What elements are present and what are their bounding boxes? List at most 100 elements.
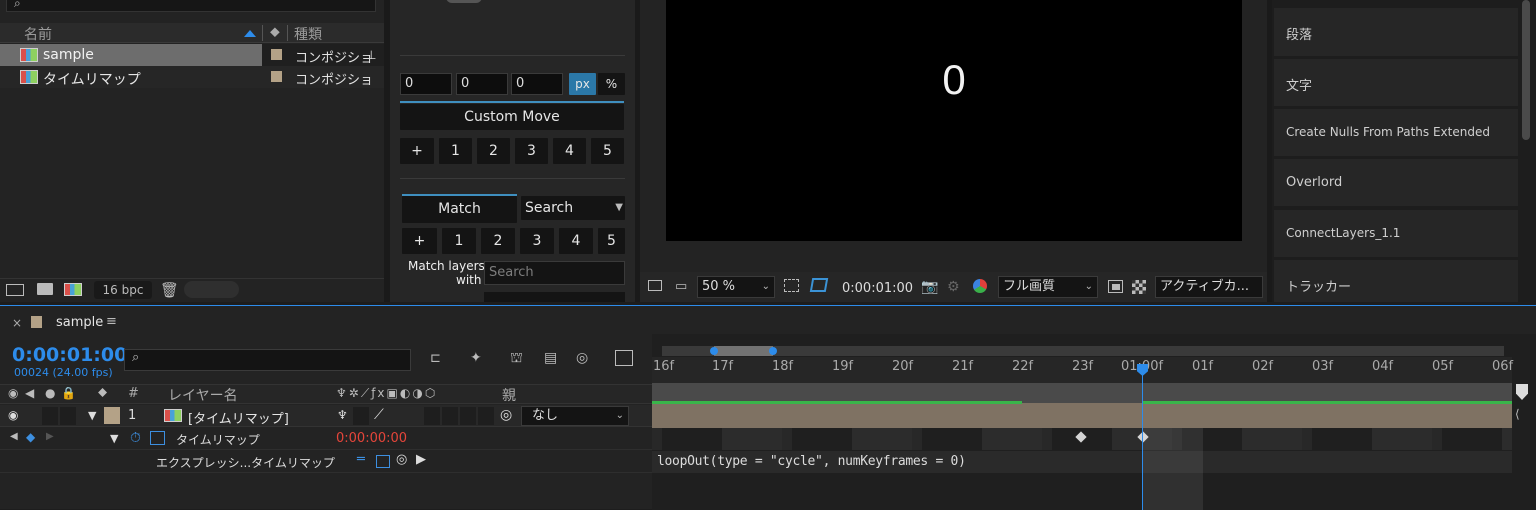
fast-previews-icon[interactable] — [1108, 280, 1123, 293]
time-navigator-range[interactable] — [714, 346, 773, 356]
property-row[interactable] — [0, 428, 652, 450]
panel-item-tracker[interactable]: トラッカー — [1274, 260, 1518, 302]
motion-blur-switch-box[interactable] — [442, 407, 458, 425]
comp-tab-label[interactable]: sample — [56, 315, 103, 330]
comp-flowchart-icon[interactable]: ⊏ — [430, 351, 441, 366]
effect-switch-box[interactable] — [424, 407, 440, 425]
move-y-field[interactable]: 0 — [456, 73, 508, 95]
property-value[interactable]: 0:00:00:00 — [336, 431, 407, 446]
interpret-footage-icon[interactable] — [6, 284, 24, 296]
close-icon[interactable]: × — [12, 316, 22, 330]
column-type-header[interactable]: 種類 — [294, 24, 322, 44]
sort-ascending-icon[interactable] — [244, 30, 256, 37]
monitor-icon[interactable]: ▭ — [675, 279, 687, 294]
quality-switch-icon[interactable]: ⟋ — [374, 407, 384, 423]
move-x-field[interactable]: 0 — [400, 73, 452, 95]
move-4-button[interactable]: 4 — [553, 138, 586, 164]
label-color-swatch[interactable] — [271, 49, 282, 60]
match-search-input[interactable]: Search — [484, 261, 625, 285]
3d-switch-box[interactable] — [478, 407, 494, 425]
move-z-field[interactable]: 0 — [511, 73, 563, 95]
label-color-swatch[interactable] — [271, 71, 282, 82]
video-toggle-icon[interactable]: ◉ — [8, 386, 18, 400]
eye-icon[interactable]: ◉ — [8, 408, 18, 422]
project-item-row[interactable]: sample コンポジショ ⊥ — [0, 44, 384, 66]
layer-name-header[interactable]: レイヤー名 — [168, 385, 238, 405]
match-2-button[interactable]: 2 — [481, 228, 515, 254]
zoom-select[interactable]: 50 % ⌄ — [697, 276, 775, 298]
quality-switch-box[interactable] — [353, 407, 369, 425]
project-item-row[interactable]: タイムリマップ コンポジショ — [0, 66, 384, 88]
audio-toggle-icon[interactable]: ◀ — [25, 386, 34, 400]
panel-item-paragraph[interactable]: 段落 — [1274, 8, 1518, 56]
show-snapshot-icon[interactable]: ⚙ — [947, 279, 960, 295]
move-add-button[interactable]: + — [400, 138, 434, 164]
snapshot-toggle-icon[interactable] — [648, 280, 662, 291]
match-4-button[interactable]: 4 — [559, 228, 593, 254]
solo-box[interactable] — [42, 407, 58, 425]
layer-name[interactable]: [タイムリマップ] — [188, 408, 289, 427]
expression-graph-icon[interactable] — [376, 455, 390, 468]
navigator-start-handle[interactable] — [710, 347, 718, 355]
resolution-select[interactable]: フル画質 ⌄ — [998, 276, 1098, 298]
work-area-bar[interactable] — [652, 383, 1512, 403]
label-tag-icon[interactable]: ⬥ — [98, 385, 107, 400]
bit-depth-button[interactable]: 16 bpc — [94, 281, 152, 299]
prev-keyframe-icon[interactable]: ◀ — [10, 431, 18, 442]
label-tag-icon[interactable]: ⬥ — [270, 24, 280, 40]
project-scrollbar[interactable] — [184, 281, 239, 298]
shy-layers-icon[interactable]: ⛫ — [510, 350, 523, 368]
add-keyframe-icon[interactable]: ◆ — [26, 430, 35, 444]
navigator-end-handle[interactable] — [769, 347, 777, 355]
move-5-button[interactable]: 5 — [591, 138, 624, 164]
match-1-button[interactable]: 1 — [442, 228, 476, 254]
expression-language-icon[interactable]: ▶ — [416, 452, 426, 467]
move-2-button[interactable]: 2 — [477, 138, 510, 164]
panel-item-character[interactable]: 文字 — [1274, 59, 1518, 106]
pick-whip-icon[interactable]: ◎ — [500, 407, 512, 423]
rgb-channels-icon[interactable] — [973, 279, 987, 293]
camera-select[interactable]: アクティブカ... — [1155, 276, 1263, 298]
project-search-input[interactable] — [6, 0, 376, 12]
new-folder-icon[interactable] — [37, 283, 53, 295]
expand-arrow-icon[interactable]: ▼ — [88, 409, 96, 422]
trash-icon[interactable]: 🗑 — [160, 281, 179, 299]
panel-item-create-nulls[interactable]: Create Nulls From Paths Extended — [1274, 109, 1518, 156]
column-name-header[interactable]: 名前 — [24, 24, 52, 44]
graph-icon[interactable] — [150, 431, 165, 445]
match-tab[interactable]: Match — [402, 196, 517, 223]
region-of-interest-icon[interactable] — [784, 279, 799, 292]
time-navigator[interactable] — [662, 346, 1504, 356]
shy-switch-icon[interactable]: ♆ — [337, 408, 348, 422]
expression-code[interactable]: loopOut(type = "cycle", numKeyframes = 0… — [657, 454, 966, 469]
playhead-line[interactable] — [1142, 364, 1143, 510]
expand-arrow-icon[interactable]: ▼ — [110, 432, 118, 445]
adjustment-switch-box[interactable] — [460, 407, 476, 425]
motion-blur-icon[interactable]: ◎ — [576, 350, 588, 366]
label-color-swatch[interactable] — [104, 407, 120, 424]
stopwatch-icon[interactable]: ⏱ — [130, 430, 141, 446]
panel-item-overlord[interactable]: Overlord — [1274, 159, 1518, 206]
graph-editor-icon[interactable] — [615, 350, 633, 366]
layer-duration-bar[interactable] — [652, 403, 1512, 428]
unit-percent-button[interactable]: % — [598, 73, 625, 95]
current-timecode[interactable]: 0:00:01:00 — [12, 344, 127, 366]
move-1-button[interactable]: 1 — [439, 138, 472, 164]
toggle-switch[interactable] — [446, 0, 482, 3]
draft-3d-icon[interactable]: ✦ — [470, 350, 482, 366]
panel-item-connectlayers[interactable]: ConnectLayers_1.1 — [1274, 210, 1518, 257]
match-add-button[interactable]: + — [402, 228, 437, 254]
toggle-transparency-grid-icon[interactable] — [809, 278, 829, 292]
timeline-search-input[interactable] — [124, 349, 411, 371]
expression-pickwhip-icon[interactable]: ◎ — [396, 452, 407, 467]
viewer-timecode[interactable]: 0:00:01:00 — [842, 281, 913, 296]
right-scrollbar[interactable] — [1520, 0, 1536, 302]
lock-box[interactable] — [60, 407, 76, 425]
parent-select[interactable]: なし ⌄ — [521, 406, 629, 426]
custom-move-button[interactable]: Custom Move — [400, 104, 624, 130]
match-3-button[interactable]: 3 — [520, 228, 554, 254]
time-ruler[interactable]: 16f 17f 18f 19f 20f 21f 22f 23f 01:00f 0… — [652, 357, 1513, 383]
match-dropdown[interactable] — [484, 292, 625, 302]
out-point-icon[interactable]: ⟨ — [1515, 407, 1520, 421]
match-5-button[interactable]: 5 — [598, 228, 625, 254]
